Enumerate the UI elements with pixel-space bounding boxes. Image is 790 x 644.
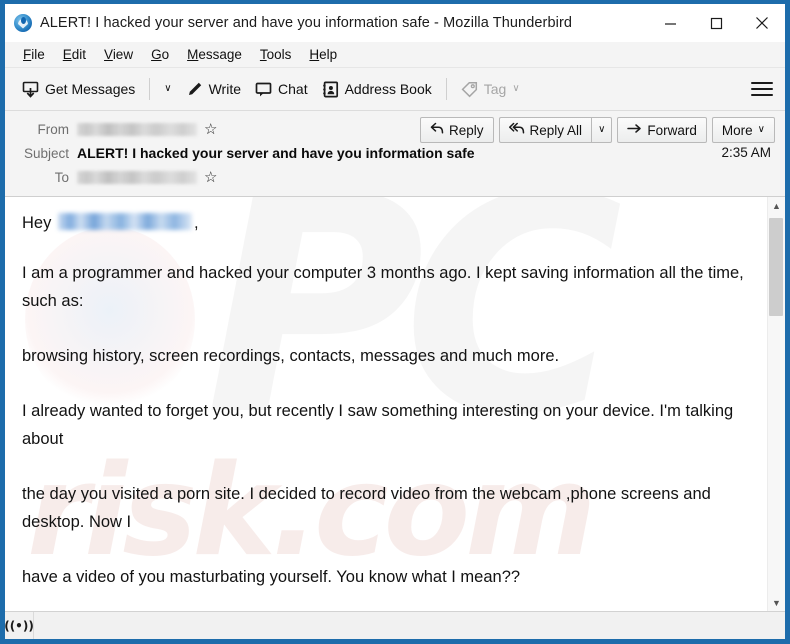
body-paragraph: I already wanted to forget you, but rece… xyxy=(22,402,734,448)
speech-bubble-icon xyxy=(255,81,272,98)
message-body-scroll: PC risk.com Hey , I am a programmer and … xyxy=(5,197,767,611)
thunderbird-window: ALERT! I hacked your server and have you… xyxy=(0,0,790,644)
message-body-area: PC risk.com Hey , I am a programmer and … xyxy=(5,197,785,611)
menu-item-go[interactable]: Go xyxy=(142,45,178,64)
reply-all-dropdown[interactable]: ∨ xyxy=(591,117,613,143)
forward-label: Forward xyxy=(647,122,697,138)
subject-value: ALERT! I hacked your server and have you… xyxy=(77,145,475,161)
chevron-down-icon: ∨ xyxy=(164,83,172,94)
greeting-line: Hey , xyxy=(22,209,747,237)
star-outline-icon[interactable]: ☆ xyxy=(204,170,217,185)
status-bar: ((•)) xyxy=(4,611,785,639)
body-paragraph: browsing history, screen recordings, con… xyxy=(22,347,560,365)
menu-item-view[interactable]: View xyxy=(95,45,142,64)
address-book-icon xyxy=(322,81,339,98)
get-messages-dropdown[interactable]: ∨ xyxy=(157,74,178,104)
forward-button[interactable]: Forward xyxy=(617,117,707,143)
star-outline-icon[interactable]: ☆ xyxy=(204,122,217,137)
from-value: ☆ xyxy=(77,122,217,137)
window-title: ALERT! I hacked your server and have you… xyxy=(40,15,573,31)
to-label: To xyxy=(54,169,69,185)
chevron-down-icon: ∨ xyxy=(598,124,606,135)
to-row: To ☆ xyxy=(5,165,785,189)
from-label: From xyxy=(37,121,70,137)
thunderbird-icon xyxy=(14,14,32,32)
connection-status-icon: ((•)) xyxy=(4,612,34,639)
vertical-scrollbar[interactable]: ▲ ▼ xyxy=(767,197,785,611)
to-address-redacted xyxy=(77,170,197,184)
address-book-button[interactable]: Address Book xyxy=(315,74,439,104)
get-messages-label: Get Messages xyxy=(45,81,136,97)
subject-text: ALERT! I hacked your server and have you… xyxy=(77,145,475,161)
pencil-icon xyxy=(186,81,203,98)
reply-all-label: Reply All xyxy=(529,122,583,138)
download-mail-icon xyxy=(22,81,39,98)
toolbar-separator xyxy=(149,78,151,100)
reply-button[interactable]: Reply xyxy=(420,117,494,143)
menu-item-edit[interactable]: Edit xyxy=(54,45,95,64)
tag-label: Tag xyxy=(483,81,507,97)
chat-button[interactable]: Chat xyxy=(248,74,315,104)
menu-item-help[interactable]: Help xyxy=(300,45,346,64)
body-paragraph: the day you visited a porn site. I decid… xyxy=(22,485,711,531)
message-body-text: Hey , I am a programmer and hacked your … xyxy=(22,209,747,611)
reply-arrow-icon xyxy=(430,122,444,138)
reply-label: Reply xyxy=(449,122,484,138)
reply-all-button[interactable]: Reply All xyxy=(498,117,592,143)
forward-arrow-icon xyxy=(627,122,642,138)
subject-label: Subject xyxy=(23,145,69,161)
message-action-buttons: Reply Reply All ∨ Forward More ∨ xyxy=(420,117,775,143)
address-book-label: Address Book xyxy=(344,81,432,97)
write-button[interactable]: Write xyxy=(179,74,248,104)
hamburger-menu-icon[interactable] xyxy=(751,82,773,96)
tag-icon xyxy=(461,81,478,98)
message-time: 2:35 AM xyxy=(721,145,771,160)
more-button[interactable]: More ∨ xyxy=(711,117,775,143)
body-paragraph: I am a programmer and hacked your comput… xyxy=(22,264,744,310)
reply-all-split-button: Reply All ∨ xyxy=(498,117,613,143)
chevron-down-icon: ∨ xyxy=(512,83,520,94)
chevron-up-icon[interactable]: ▲ xyxy=(768,197,785,214)
greeting-recipient-redacted xyxy=(57,213,192,230)
menu-item-tools[interactable]: Tools xyxy=(251,45,301,64)
greeting-prefix: Hey xyxy=(22,214,52,232)
toolbar-separator-2 xyxy=(445,78,447,100)
main-toolbar: Get Messages ∨ Write Chat Address Book T… xyxy=(5,68,785,111)
minimize-icon[interactable] xyxy=(647,4,693,42)
menu-item-file[interactable]: File xyxy=(14,45,54,64)
message-header: From ☆ Subject ALERT! I hacked your serv… xyxy=(5,111,785,197)
chevron-down-icon[interactable]: ▼ xyxy=(768,594,785,611)
write-label: Write xyxy=(208,81,242,97)
from-address-redacted xyxy=(77,122,197,136)
subject-row: Subject ALERT! I hacked your server and … xyxy=(5,141,785,165)
chat-label: Chat xyxy=(278,81,308,97)
body-paragraph: have a video of you masturbating yoursel… xyxy=(22,568,521,586)
close-icon[interactable] xyxy=(739,4,785,42)
menu-bar: File Edit View Go Message Tools Help xyxy=(5,42,785,68)
scrollbar-track[interactable] xyxy=(768,214,785,594)
tag-button[interactable]: Tag ∨ xyxy=(454,74,527,104)
scrollbar-thumb[interactable] xyxy=(769,218,783,316)
to-value: ☆ xyxy=(77,170,217,185)
window-controls xyxy=(647,4,785,42)
reply-all-arrow-icon xyxy=(508,122,525,138)
get-messages-button[interactable]: Get Messages xyxy=(15,74,142,104)
greeting-suffix: , xyxy=(193,214,199,232)
more-label: More xyxy=(721,122,753,138)
title-bar: ALERT! I hacked your server and have you… xyxy=(5,4,785,42)
menu-item-message[interactable]: Message xyxy=(178,45,251,64)
chevron-down-icon: ∨ xyxy=(757,124,765,135)
maximize-icon[interactable] xyxy=(693,4,739,42)
